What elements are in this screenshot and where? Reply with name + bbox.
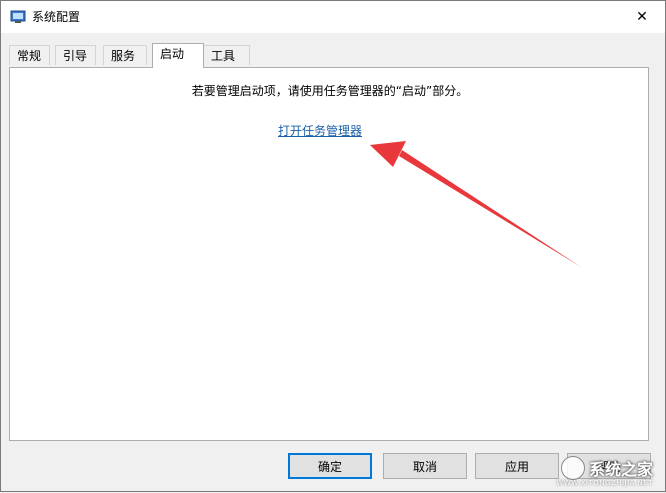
annotation-arrow [370,141,581,267]
watermark-logo-icon [560,456,585,480]
watermark-text: 系统之家 [588,460,653,479]
watermark-url: WWW.XITONGZHIJIA.NET [556,479,653,487]
system-config-window: 系统配置 ✕ 常规 引导 服务 启动 工具 若要管理启动项，请使用任务管理器的“… [0,0,666,492]
watermark: 系统之家 [560,455,653,481]
apply-button[interactable]: 应用 [475,453,559,479]
tab-startup[interactable]: 启动 [152,43,204,68]
ok-button[interactable]: 确定 [288,453,372,479]
cancel-button[interactable]: 取消 [383,453,467,479]
arrow-shaft [399,150,581,267]
